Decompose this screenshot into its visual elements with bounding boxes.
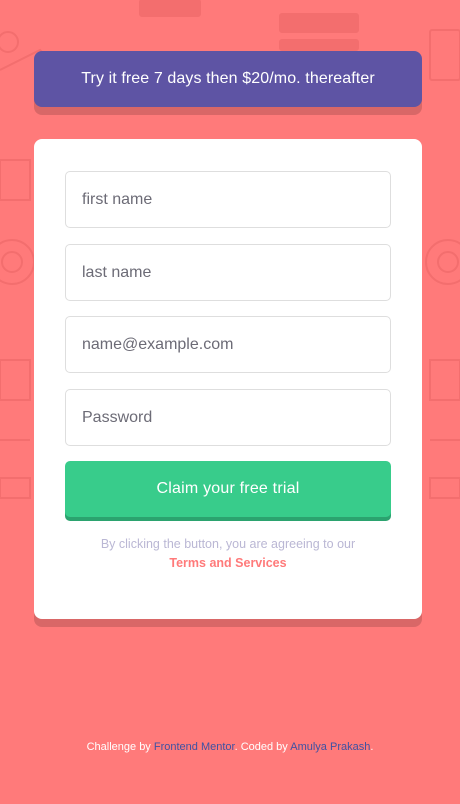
- frontend-mentor-link[interactable]: Frontend Mentor: [154, 741, 235, 753]
- password-input[interactable]: [65, 389, 391, 446]
- signup-form-card: Claim your free trial By clicking the bu…: [34, 139, 422, 619]
- footer-attribution: Challenge by Frontend Mentor. Coded by A…: [0, 741, 460, 753]
- terms-notice: By clicking the button, you are agreeing…: [54, 535, 402, 573]
- promo-banner: Try it free 7 days then $20/mo. thereaft…: [34, 51, 422, 107]
- terms-link[interactable]: Terms and Services: [169, 556, 286, 570]
- terms-prefix: By clicking the button, you are agreeing…: [100, 537, 356, 551]
- claim-trial-button[interactable]: Claim your free trial: [65, 461, 391, 517]
- footer-suffix: .: [370, 741, 374, 753]
- challenge-prefix: Challenge by: [86, 741, 151, 753]
- coded-prefix: . Coded by: [234, 741, 288, 753]
- last-name-input[interactable]: [65, 244, 391, 301]
- first-name-input[interactable]: [65, 171, 391, 228]
- email-input[interactable]: [65, 316, 391, 373]
- promo-text: Try it free 7 days then $20/mo. thereaft…: [81, 70, 375, 87]
- author-link[interactable]: Amulya Prakash: [290, 741, 370, 753]
